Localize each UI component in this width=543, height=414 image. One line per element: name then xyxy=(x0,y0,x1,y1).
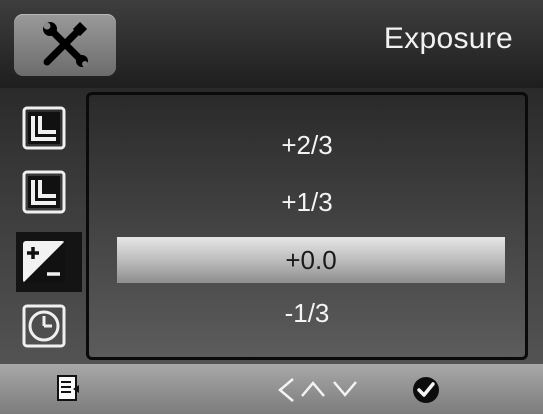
frame-corner-icon xyxy=(22,106,66,150)
settings-tab[interactable] xyxy=(14,14,116,76)
back-icon[interactable] xyxy=(276,376,296,404)
confirm-check-icon[interactable] xyxy=(412,376,440,404)
rail-item-clock[interactable] xyxy=(22,304,66,348)
down-icon[interactable] xyxy=(332,378,358,400)
page-title: Exposure xyxy=(383,22,513,55)
option-zero[interactable]: +0.0 xyxy=(117,237,505,283)
rail-item-exposure[interactable] xyxy=(16,232,82,292)
rail-item-frame-2[interactable] xyxy=(22,170,66,214)
clock-icon xyxy=(22,304,66,348)
footer-bar xyxy=(0,364,543,414)
exposure-compensation-icon xyxy=(23,241,65,283)
up-icon[interactable] xyxy=(300,378,326,400)
camera-menu-screen: Exposure +2/3 +1/3 +0.0 -1/3 xyxy=(0,0,543,414)
menu-header: Exposure xyxy=(0,0,543,88)
frame-corner-icon xyxy=(22,170,66,214)
option-minus-one-third[interactable]: -1/3 xyxy=(89,290,525,336)
menu-page-icon[interactable] xyxy=(56,374,80,402)
category-rail xyxy=(0,90,84,360)
rail-item-frame-1[interactable] xyxy=(22,106,66,150)
tools-icon xyxy=(43,22,88,67)
option-plus-two-thirds[interactable]: +2/3 xyxy=(89,122,525,168)
option-plus-one-third[interactable]: +1/3 xyxy=(89,179,525,225)
exposure-options-panel: +2/3 +1/3 +0.0 -1/3 xyxy=(86,92,528,360)
